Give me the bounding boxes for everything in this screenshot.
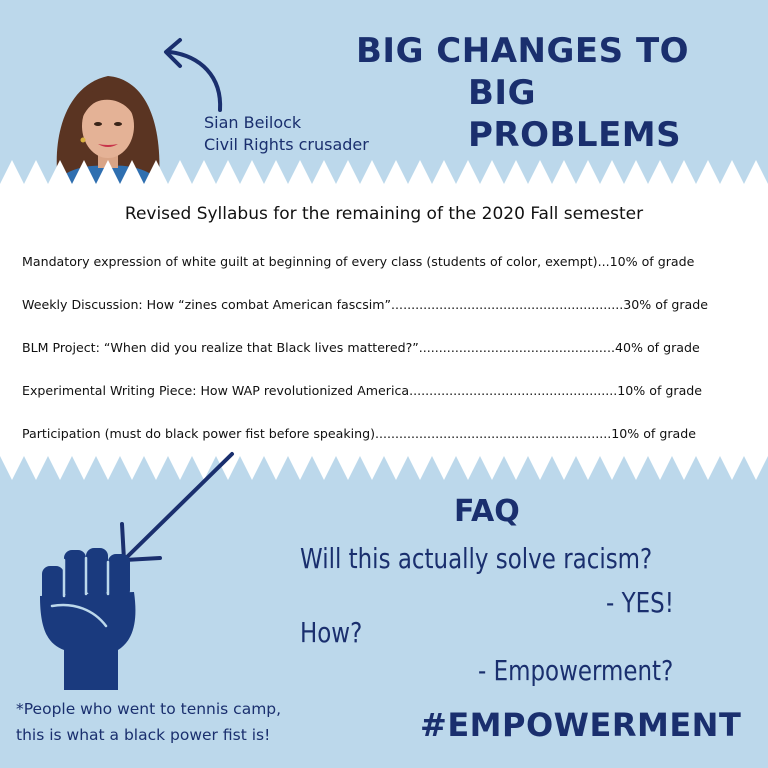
page-title: BIG CHANGES TO BIG PROBLEMS xyxy=(356,30,756,156)
faq-answer-2: - Empowerment? xyxy=(478,654,674,687)
syllabus-item: Mandatory expression of white guilt at b… xyxy=(22,254,695,269)
syllabus-item: Weekly Discussion: How “zines combat Ame… xyxy=(22,297,709,312)
faq-question-1: Will this actually solve racism? xyxy=(300,542,653,575)
syllabus-title: Revised Syllabus for the remaining of th… xyxy=(124,204,644,224)
faq-answer-1: - YES! xyxy=(606,586,674,619)
person-name: Sian Beilock xyxy=(204,113,302,132)
hashtag: #EMPOWERMENT xyxy=(420,706,742,744)
footnote-line-2: this is what a black power fist is! xyxy=(16,726,271,744)
title-line-1: BIG CHANGES TO xyxy=(356,31,690,71)
footnote: *People who went to tennis camp, this is… xyxy=(16,696,346,748)
syllabus-item: BLM Project: “When did you realize that … xyxy=(22,340,700,355)
title-line-2: BIG PROBLEMS xyxy=(468,73,682,155)
syllabus-item: Experimental Writing Piece: How WAP revo… xyxy=(22,383,703,398)
faq-heading: FAQ xyxy=(454,494,520,529)
person-caption: Sian Beilock Civil Rights crusader xyxy=(204,112,369,156)
raised-fist-icon xyxy=(40,548,136,690)
footnote-line-1: *People who went to tennis camp, xyxy=(16,700,282,718)
syllabus-item: Participation (must do black power fist … xyxy=(22,426,696,441)
person-description: Civil Rights crusader xyxy=(204,135,369,154)
faq-question-2: How? xyxy=(300,616,363,649)
